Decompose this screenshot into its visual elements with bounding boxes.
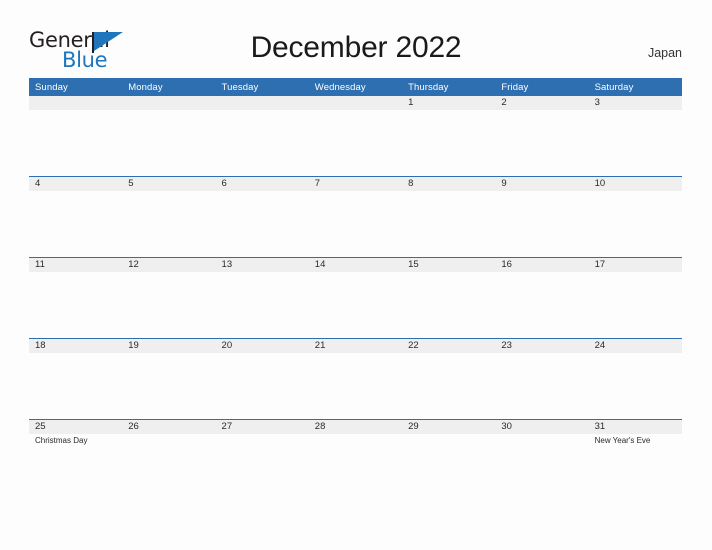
calendar-day-cell[interactable]: 14 <box>309 258 402 337</box>
calendar-weekday-header-row: Sunday Monday Tuesday Wednesday Thursday… <box>29 78 682 96</box>
calendar-week-row: 25 Christmas Day 26 27 28 29 30 31 New Yea… <box>29 419 682 500</box>
week-cells: 18 19 20 21 22 23 24 <box>29 339 682 418</box>
day-number: 28 <box>314 421 326 432</box>
calendar-week-row: 11 12 13 14 15 16 17 <box>29 257 682 338</box>
day-number: 26 <box>128 421 139 432</box>
day-number <box>128 96 215 110</box>
calendar-day-cell[interactable]: 6 <box>216 177 309 256</box>
calendar-day-cell[interactable]: 31 New Year's Eve <box>589 420 682 499</box>
day-number: 15 <box>408 259 419 270</box>
week-cells: 1 2 3 <box>29 96 682 175</box>
week-cells: 4 5 6 7 8 9 10 <box>29 177 682 256</box>
calendar-day-cell[interactable] <box>29 96 122 175</box>
weekday-header-monday: Monday <box>128 81 163 93</box>
calendar-day-cell[interactable]: 9 <box>495 177 588 256</box>
day-number: 5 <box>128 178 134 189</box>
calendar-day-cell[interactable]: 1 <box>402 96 495 175</box>
weekday-header-wednesday: Wednesday <box>314 81 366 93</box>
calendar-day-cell[interactable]: 23 <box>495 339 588 418</box>
day-number: 22 <box>408 340 419 351</box>
week-cells: 25 Christmas Day 26 27 28 29 30 31 New Yea… <box>29 420 682 499</box>
calendar-day-cell[interactable]: 10 <box>589 177 682 256</box>
calendar-day-cell[interactable]: 3 <box>589 96 682 175</box>
calendar-day-cell[interactable]: 19 <box>122 339 215 418</box>
weekday-header-thursday: Thursday <box>408 81 449 93</box>
day-number <box>315 96 402 110</box>
calendar-day-cell[interactable]: 17 <box>589 258 682 337</box>
day-number: 14 <box>314 259 326 270</box>
weekday-header-friday: Friday <box>501 81 529 93</box>
day-number: 31 <box>594 421 606 432</box>
calendar-week-row: 4 5 6 7 8 9 10 <box>29 176 682 257</box>
weekday-header-saturday: Saturday <box>594 81 634 93</box>
page-title: December 2022 <box>250 31 462 64</box>
day-number: 9 <box>501 178 507 189</box>
day-number: 1 <box>408 97 414 108</box>
calendar-day-cell[interactable]: 12 <box>122 258 215 337</box>
day-number: 16 <box>501 259 512 270</box>
calendar-day-cell[interactable]: 11 <box>29 258 122 337</box>
calendar-day-cell[interactable] <box>122 96 215 175</box>
day-number: 2 <box>501 97 507 108</box>
calendar-day-cell[interactable] <box>309 96 402 175</box>
day-number: 4 <box>35 178 41 189</box>
day-number: 11 <box>35 259 45 270</box>
calendar-day-cell[interactable]: 24 <box>589 339 682 418</box>
calendar-day-cell[interactable]: 21 <box>309 339 402 418</box>
day-number: 6 <box>221 178 227 189</box>
day-number <box>35 96 122 110</box>
calendar-table: Sunday Monday Tuesday Wednesday Thursday… <box>29 78 682 500</box>
calendar-day-cell[interactable]: 7 <box>309 177 402 256</box>
day-number: 21 <box>314 340 326 351</box>
calendar-day-cell[interactable]: 22 <box>402 339 495 418</box>
weekday-header-tuesday: Tuesday <box>221 81 259 93</box>
day-number: 30 <box>501 421 512 432</box>
calendar-day-cell[interactable]: 4 <box>29 177 122 256</box>
day-number: 8 <box>408 178 414 189</box>
calendar-week-row: 1 2 3 <box>29 96 682 176</box>
day-number: 7 <box>314 178 321 189</box>
day-event-label: New Year's Eve <box>594 436 651 445</box>
calendar-day-cell[interactable]: 29 <box>402 420 495 499</box>
calendar-day-cell[interactable] <box>216 96 309 175</box>
calendar-week-row: 18 19 20 21 22 23 24 <box>29 338 682 419</box>
day-number: 24 <box>594 340 606 351</box>
day-event-label: Christmas Day <box>35 436 88 445</box>
day-number: 19 <box>128 340 139 351</box>
week-cells: 11 12 13 14 15 16 17 <box>29 258 682 337</box>
day-number: 13 <box>221 259 233 270</box>
calendar-day-cell[interactable]: 8 <box>402 177 495 256</box>
calendar-day-cell[interactable]: 18 <box>29 339 122 418</box>
day-number: 23 <box>501 340 512 351</box>
calendar-day-cell[interactable]: 28 <box>309 420 402 499</box>
day-number: 20 <box>221 340 233 351</box>
locale-label: Japan <box>647 46 682 60</box>
page-header: General Blue December 2022 Japan <box>0 0 712 78</box>
day-number: 18 <box>35 340 46 351</box>
day-number: 29 <box>408 421 419 432</box>
weekday-header-sunday: Sunday <box>35 81 68 93</box>
day-number: 25 <box>35 421 46 432</box>
calendar-day-cell[interactable]: 26 <box>122 420 215 499</box>
calendar-day-cell[interactable]: 16 <box>495 258 588 337</box>
day-number: 10 <box>594 178 606 189</box>
day-number: 3 <box>594 97 600 108</box>
calendar-day-cell[interactable]: 5 <box>122 177 215 256</box>
calendar-day-cell[interactable]: 2 <box>495 96 588 175</box>
calendar-day-cell[interactable]: 27 <box>216 420 309 499</box>
calendar-day-cell[interactable]: 30 <box>495 420 588 499</box>
calendar-day-cell[interactable]: 20 <box>216 339 309 418</box>
calendar-day-cell[interactable]: 13 <box>216 258 309 337</box>
day-number: 17 <box>594 259 606 270</box>
day-number: 27 <box>221 421 233 432</box>
calendar-day-cell[interactable]: 25 Christmas Day <box>29 420 122 499</box>
day-number: 12 <box>128 259 139 270</box>
calendar-day-cell[interactable]: 15 <box>402 258 495 337</box>
day-number <box>222 96 309 110</box>
